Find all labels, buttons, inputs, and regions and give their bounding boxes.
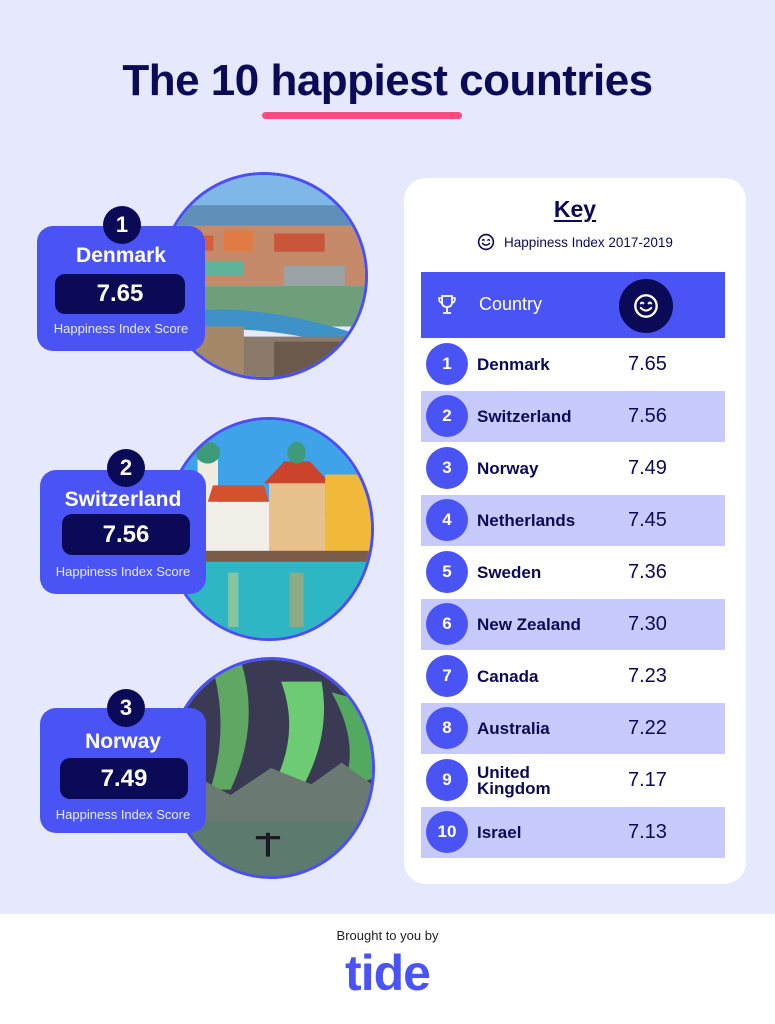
key-legend: Happiness Index 2017-2019 bbox=[404, 233, 746, 251]
featured-card-switzerland: Switzerland 7.56 Happiness Index Score bbox=[40, 470, 206, 594]
featured-score-caption: Happiness Index Score bbox=[53, 321, 189, 336]
featured-score-caption: Happiness Index Score bbox=[55, 564, 191, 579]
page-title: The 10 happiest countries bbox=[122, 56, 653, 105]
country-score: 7.56 bbox=[628, 405, 667, 427]
smiley-icon bbox=[633, 293, 659, 319]
country-name: Sweden bbox=[477, 562, 542, 582]
featured-rank-badge: 1 bbox=[103, 206, 141, 244]
rank-badge: 9 bbox=[426, 759, 468, 801]
featured-rank-number: 1 bbox=[115, 212, 129, 237]
country-name: Norway bbox=[477, 458, 539, 478]
country-score: 7.13 bbox=[628, 821, 667, 843]
featured-score: 7.56 bbox=[102, 520, 150, 548]
rank-badge: 1 bbox=[426, 343, 468, 385]
featured-card-denmark: Denmark 7.65 Happiness Index Score bbox=[37, 226, 205, 351]
title-underline bbox=[262, 112, 462, 119]
table-row: 6 New Zealand 7.30 bbox=[421, 598, 725, 650]
country-score: 7.65 bbox=[628, 353, 667, 375]
rank-badge: 4 bbox=[426, 499, 468, 541]
country-name: Denmark bbox=[477, 354, 550, 374]
table-row: 9 United Kingdom 7.17 bbox=[421, 754, 725, 806]
table-row: 8 Australia 7.22 bbox=[421, 702, 725, 754]
table-row: 4 Netherlands 7.45 bbox=[421, 494, 725, 546]
featured-country-name: Switzerland bbox=[64, 488, 182, 511]
header-score-badge bbox=[619, 279, 673, 333]
smiley-icon bbox=[477, 233, 495, 251]
featured-rank-number: 2 bbox=[119, 455, 133, 480]
rank-badge: 2 bbox=[426, 395, 468, 437]
country-name: Switzerland bbox=[477, 406, 572, 426]
featured-score: 7.65 bbox=[96, 280, 144, 307]
rank-badge: 10 bbox=[426, 811, 468, 853]
featured-score-caption: Happiness Index Score bbox=[55, 807, 191, 822]
country-score: 7.45 bbox=[628, 509, 667, 531]
featured-rank-badge: 3 bbox=[107, 689, 145, 727]
featured-rank-badge: 2 bbox=[107, 449, 145, 487]
country-score: 7.36 bbox=[628, 561, 667, 583]
key-title: Key bbox=[553, 196, 597, 222]
footer-brought-by: Brought to you by bbox=[336, 928, 439, 943]
table-row: 5 Sweden 7.36 bbox=[421, 546, 725, 598]
country-score: 7.23 bbox=[628, 665, 667, 687]
table-row: 10 Israel 7.13 bbox=[421, 806, 725, 858]
featured-score: 7.49 bbox=[100, 764, 148, 792]
featured-country-name: Denmark bbox=[76, 244, 166, 267]
rank-badge: 6 bbox=[426, 603, 468, 645]
header-country-label: Country bbox=[479, 294, 543, 314]
table-header: Country bbox=[421, 272, 725, 338]
table-row: 7 Canada 7.23 bbox=[421, 650, 725, 702]
featured-rank-number: 3 bbox=[119, 695, 133, 720]
country-score: 7.17 bbox=[628, 769, 667, 791]
country-name: Israel bbox=[477, 822, 522, 842]
country-score: 7.49 bbox=[628, 457, 667, 479]
rank-badge: 5 bbox=[426, 551, 468, 593]
country-name: New Zealand bbox=[477, 614, 581, 634]
key-card: Key Happiness Index 2017-2019 Country 1 … bbox=[404, 178, 746, 884]
country-name: Australia bbox=[477, 718, 550, 738]
country-name: Canada bbox=[477, 666, 539, 686]
tide-logo[interactable]: tide bbox=[0, 944, 775, 1002]
featured-score-pill: 7.49 bbox=[60, 758, 188, 799]
featured-country-name: Norway bbox=[85, 730, 161, 753]
featured-score-pill: 7.65 bbox=[55, 274, 185, 314]
rank-badge: 3 bbox=[426, 447, 468, 489]
table-row: 1 Denmark 7.65 bbox=[421, 338, 725, 390]
table-row: 3 Norway 7.49 bbox=[421, 442, 725, 494]
rank-badge: 7 bbox=[426, 655, 468, 697]
trophy-icon bbox=[437, 294, 457, 316]
country-score: 7.30 bbox=[628, 613, 667, 635]
featured-score-pill: 7.56 bbox=[62, 514, 190, 555]
country-name: Netherlands bbox=[477, 510, 576, 530]
rank-badge: 8 bbox=[426, 707, 468, 749]
ranking-table: Country 1 Denmark 7.65 2 Switzerland 7.5… bbox=[421, 272, 725, 858]
table-row: 2 Switzerland 7.56 bbox=[421, 390, 725, 442]
key-legend-text: Happiness Index 2017-2019 bbox=[504, 234, 673, 250]
country-score: 7.22 bbox=[628, 717, 667, 739]
country-name: United Kingdom bbox=[477, 762, 551, 798]
